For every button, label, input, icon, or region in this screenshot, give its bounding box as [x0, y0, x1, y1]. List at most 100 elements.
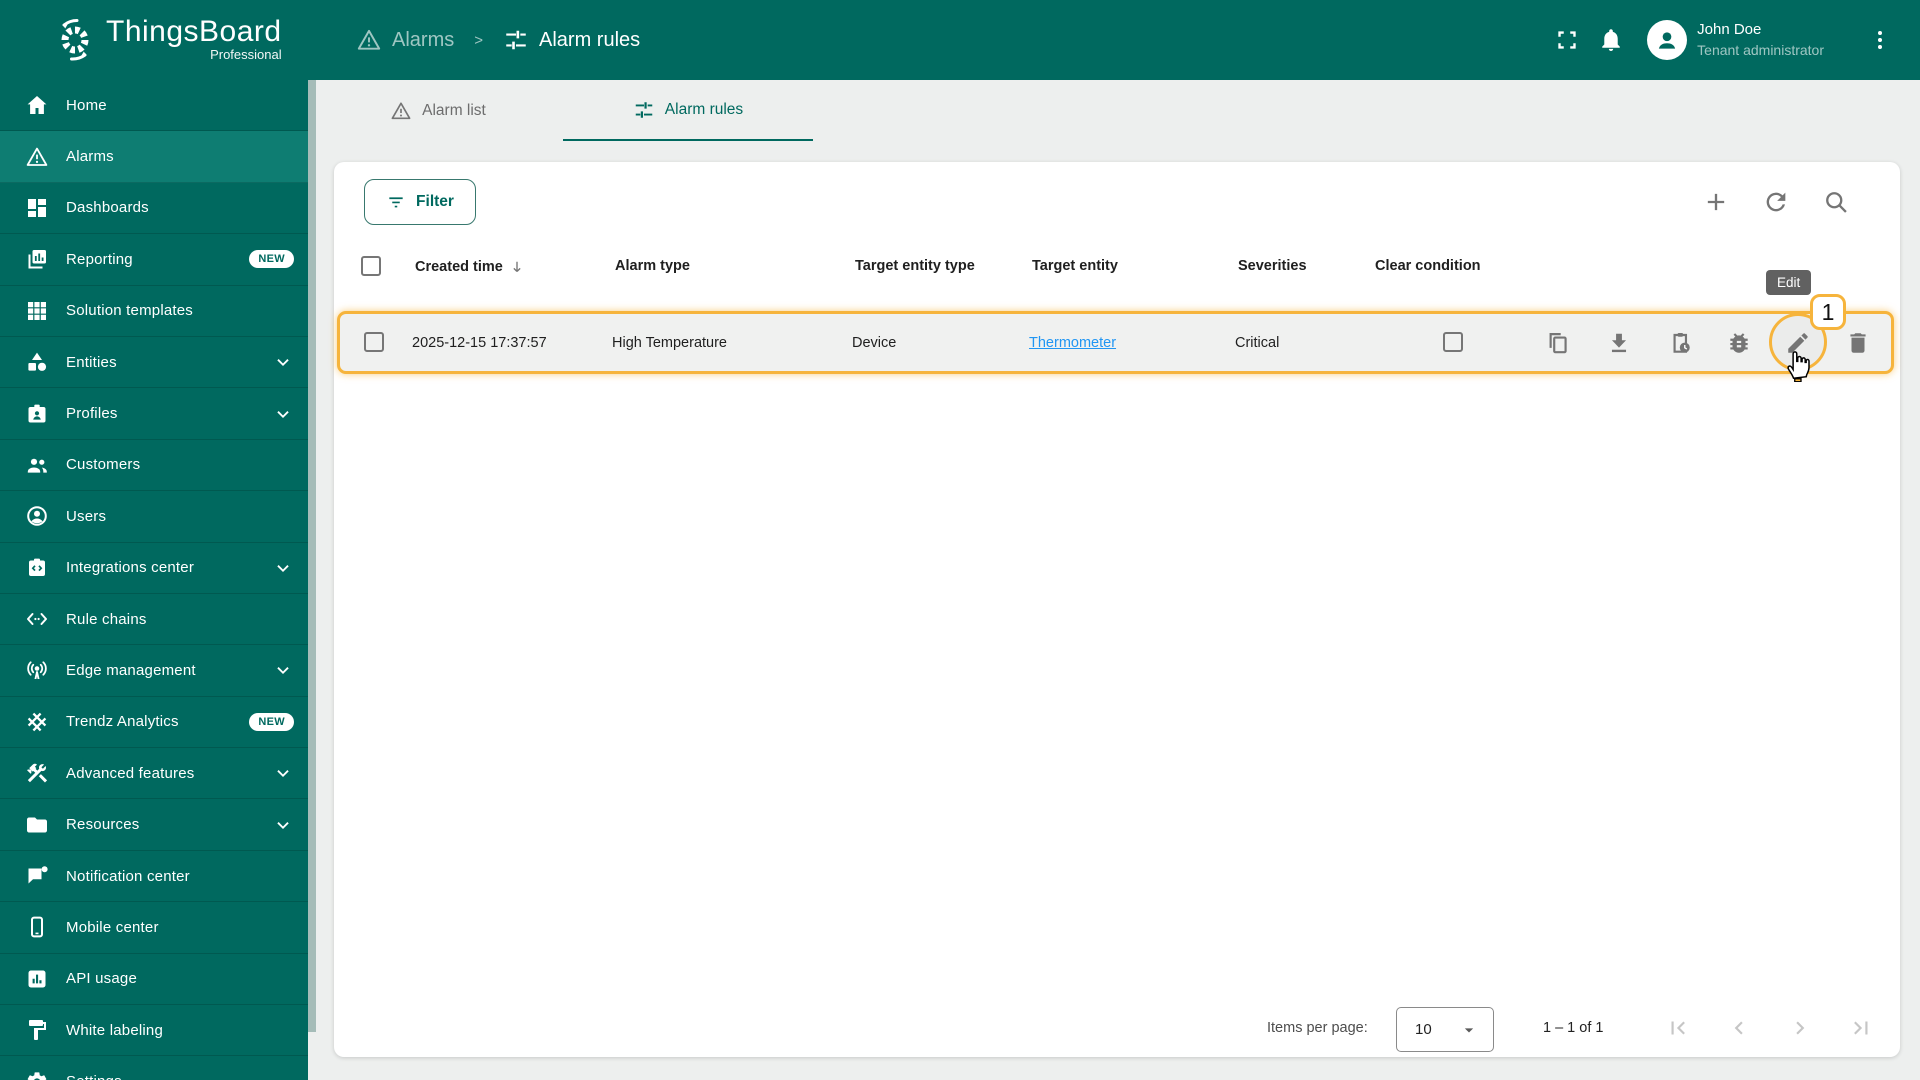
last-page-icon	[1854, 1021, 1868, 1035]
sidebar-item-label: Edge management	[66, 661, 196, 679]
cursor-hand-icon	[1781, 344, 1815, 382]
row-alarm-type: High Temperature	[612, 334, 727, 351]
column-header-target-entity-type[interactable]: Target entity type	[855, 258, 975, 274]
copy-icon	[1549, 332, 1567, 353]
page-size-select[interactable]: 10	[1396, 1007, 1494, 1052]
sidebar-item-label: Advanced features	[66, 764, 195, 782]
items-per-page-label: Items per page:	[1267, 1020, 1368, 1036]
column-header-alarm-type[interactable]: Alarm type	[615, 258, 690, 274]
user-name: John Doe	[1697, 21, 1762, 38]
new-badge: NEW	[249, 250, 294, 269]
sidebar-item-label: Dashboards	[66, 199, 149, 217]
bell-icon	[1602, 29, 1620, 52]
tab-alarm-rules[interactable]: Alarm rules	[563, 80, 813, 141]
sidebar-item-api-usage[interactable]: API usage	[0, 954, 308, 1006]
settings-icon	[25, 1070, 49, 1080]
chevron-down-icon	[272, 814, 294, 836]
row-clear-condition-checkbox[interactable]	[1443, 332, 1463, 352]
sidebar-item-label: Reporting	[66, 250, 133, 268]
sidebar-item-entities[interactable]: Entities	[0, 337, 308, 389]
column-header-clear-condition[interactable]: Clear condition	[1375, 258, 1481, 274]
previous-page-button[interactable]	[1726, 1015, 1752, 1041]
next-page-button[interactable]	[1787, 1015, 1813, 1041]
select-all-checkbox[interactable]	[361, 256, 381, 276]
sidebar-item-profiles[interactable]: Profiles	[0, 388, 308, 440]
sidebar-item-solution-templates[interactable]: Solution templates	[0, 286, 308, 337]
alarm-icon	[390, 100, 412, 122]
copy-button[interactable]	[1545, 330, 1571, 356]
chevron-down-icon	[272, 659, 294, 681]
sidebar-item-integrations-center[interactable]: Integrations center	[0, 543, 308, 594]
sidebar-item-white-labeling[interactable]: White labeling	[0, 1005, 308, 1057]
sidebar-item-label: Trendz Analytics	[66, 713, 179, 731]
sidebar-item-trendz-analytics[interactable]: Trendz Analytics NEW	[0, 697, 308, 749]
grid-icon	[25, 299, 49, 323]
user-info[interactable]: John Doe Tenant administrator	[1697, 20, 1824, 60]
sidebar-item-reporting[interactable]: Reporting NEW	[0, 234, 308, 286]
profiles-icon	[25, 402, 49, 426]
row-target-entity-link[interactable]: Thermometer	[1029, 335, 1116, 351]
edit-tooltip: Edit	[1766, 270, 1812, 295]
sidebar-item-label: Rule chains	[66, 610, 147, 628]
entities-icon	[25, 350, 49, 374]
sidebar-item-advanced-features[interactable]: Advanced features	[0, 748, 308, 800]
sidebar-item-mobile-center[interactable]: Mobile center	[0, 902, 308, 954]
row-created-time: 2025-12-15 17:37:57	[412, 334, 547, 351]
sidebar-item-alarms[interactable]: Alarms	[0, 131, 308, 183]
integrations-icon	[25, 556, 49, 580]
sidebar-item-customers[interactable]: Customers	[0, 440, 308, 492]
last-page-button[interactable]	[1848, 1015, 1874, 1041]
chevron-left-icon	[1734, 1021, 1743, 1035]
sidebar-item-resources[interactable]: Resources	[0, 799, 308, 851]
brand-title: ThingsBoard	[106, 15, 282, 48]
notifications-button[interactable]	[1589, 18, 1633, 62]
sidebar-item-users[interactable]: Users	[0, 491, 308, 543]
sidebar-item-settings[interactable]: Settings	[0, 1056, 308, 1080]
chevron-right-icon	[1796, 1021, 1805, 1035]
advanced-features-icon	[25, 761, 49, 785]
table-row[interactable]: 2025-12-15 17:37:57 High Temperature Dev…	[337, 311, 1894, 374]
tab-label: Alarm rules	[664, 100, 744, 118]
row-severities: Critical	[1235, 334, 1280, 351]
row-target-entity-type: Device	[852, 334, 897, 351]
users-icon	[25, 504, 49, 528]
sidebar-item-label: Settings	[66, 1073, 122, 1080]
caret-down-icon	[1464, 1027, 1474, 1032]
add-button[interactable]	[1702, 188, 1730, 216]
pagination-bar: Items per page: 10 1 – 1 of 1	[334, 999, 1900, 1057]
row-checkbox[interactable]	[364, 332, 384, 352]
user-avatar[interactable]	[1647, 20, 1688, 60]
header-menu-button[interactable]	[1858, 18, 1902, 62]
filter-label: Filter	[416, 193, 454, 210]
fullscreen-button[interactable]	[1545, 18, 1589, 62]
brand-logo[interactable]: ThingsBoard Professional	[50, 15, 282, 63]
debug-button[interactable]	[1726, 330, 1752, 356]
breadcrumb-section[interactable]: Alarms	[392, 29, 454, 52]
chevron-down-icon	[272, 762, 294, 784]
sidebar-item-notification-center[interactable]: Notification center	[0, 851, 308, 903]
sidebar-item-label: Resources	[66, 816, 140, 834]
column-header-created-time[interactable]: Created time	[415, 258, 526, 276]
sidebar-item-dashboards[interactable]: Dashboards	[0, 183, 308, 235]
rule-chains-icon	[25, 607, 49, 631]
delete-button[interactable]	[1845, 330, 1871, 356]
fullscreen-icon	[1558, 31, 1576, 49]
refresh-button[interactable]	[1762, 188, 1790, 216]
first-page-button[interactable]	[1665, 1015, 1691, 1041]
resources-icon	[25, 813, 49, 837]
sidebar-scrollbar[interactable]	[308, 80, 316, 1032]
pending-actions-button[interactable]	[1667, 330, 1693, 356]
sidebar-item-rule-chains[interactable]: Rule chains	[0, 594, 308, 646]
search-button[interactable]	[1822, 188, 1850, 216]
alarm-icon	[356, 27, 382, 53]
paint-icon	[25, 1018, 49, 1042]
filter-button[interactable]: Filter	[364, 179, 476, 225]
column-header-target-entity[interactable]: Target entity	[1032, 258, 1118, 274]
dashboards-icon	[25, 196, 49, 220]
tab-alarm-list[interactable]: Alarm list	[313, 80, 563, 141]
download-button[interactable]	[1606, 330, 1632, 356]
column-header-severities[interactable]: Severities	[1238, 258, 1307, 274]
sidebar-item-edge-management[interactable]: Edge management	[0, 645, 308, 697]
sidebar-item-home[interactable]: Home	[0, 80, 308, 132]
refresh-icon	[1766, 192, 1786, 212]
